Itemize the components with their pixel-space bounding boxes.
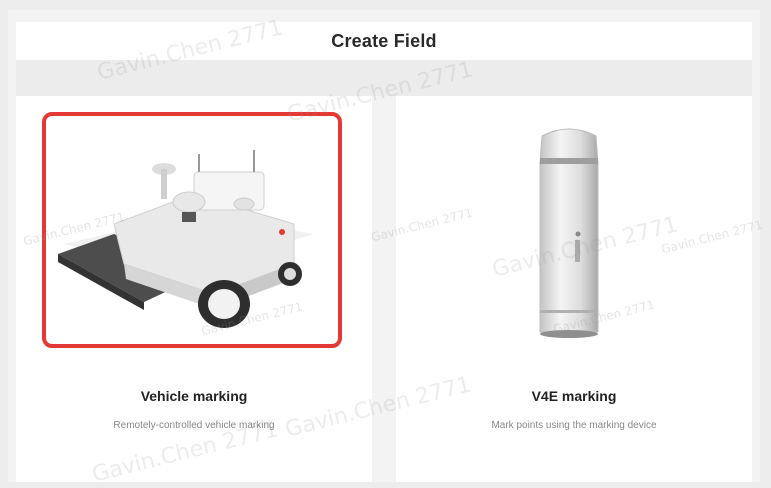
vehicle-image <box>44 114 338 344</box>
card-subtitle: Remotely-controlled vehicle marking <box>113 420 275 431</box>
v4e-device-image <box>424 114 718 344</box>
marking-device-icon <box>539 128 599 338</box>
v4e-marking-card[interactable]: V4E marking Mark points using the markin… <box>396 96 752 482</box>
page-header: Create Field <box>16 22 752 60</box>
page-title: Create Field <box>331 30 437 51</box>
card-title: Vehicle marking <box>140 388 248 404</box>
header-band <box>16 60 752 96</box>
robot-vehicle-icon <box>58 150 314 328</box>
card-subtitle: Mark points using the marking device <box>491 420 657 431</box>
vehicle-marking-card[interactable]: Vehicle marking Remotely-controlled vehi… <box>16 96 372 482</box>
card-title: V4E marking <box>531 388 617 404</box>
